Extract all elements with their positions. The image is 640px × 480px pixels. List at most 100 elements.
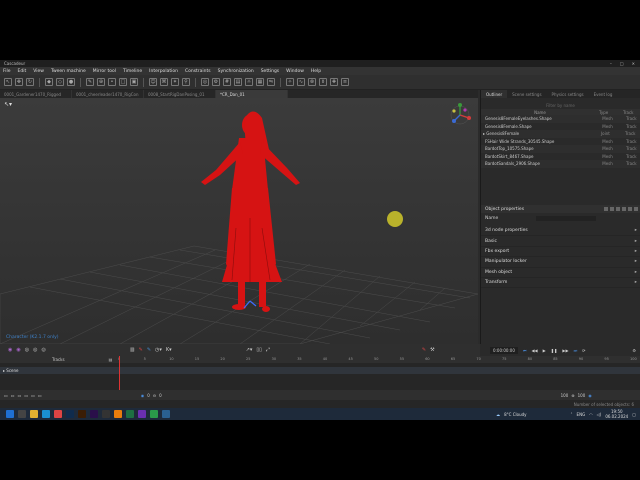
playhead[interactable] bbox=[119, 356, 120, 390]
photoshop-icon[interactable] bbox=[66, 410, 74, 418]
wifi-icon[interactable]: ◠ bbox=[589, 412, 593, 417]
chrome-icon[interactable] bbox=[54, 410, 62, 418]
timeline-ruler[interactable]: 0510152025303540455055606570758085909510… bbox=[118, 356, 640, 363]
trajectory-icon[interactable]: ∿ bbox=[297, 78, 305, 86]
outliner-row[interactable]: BardotSandals_2906.Shape Mesh Track bbox=[481, 160, 640, 168]
move-tool-icon[interactable]: ✥ bbox=[15, 78, 23, 86]
key-filter-icon[interactable]: ◉ bbox=[8, 347, 12, 353]
menu-edit[interactable]: Edit bbox=[18, 69, 27, 74]
tab-outliner[interactable]: Outliner bbox=[481, 90, 508, 98]
name-field[interactable] bbox=[536, 215, 597, 221]
pose-icon[interactable]: ☺ bbox=[149, 78, 157, 86]
range-end-icon[interactable]: ◉ bbox=[588, 393, 592, 398]
range-start-field[interactable]: 0 bbox=[147, 393, 150, 398]
box-icon[interactable]: □ bbox=[119, 78, 127, 86]
outliner-row[interactable]: ▸ Genesis8Female Joint Track bbox=[481, 130, 640, 138]
step-icon[interactable]: ▯▯ bbox=[256, 347, 262, 353]
illustrator-icon[interactable] bbox=[78, 410, 86, 418]
visual-studio-icon[interactable] bbox=[138, 410, 146, 418]
blender-icon[interactable] bbox=[114, 410, 122, 418]
timeline[interactable]: Tracks ▤ 0510152025303540455055606570758… bbox=[0, 356, 640, 390]
prev-key-icon[interactable]: ◀◀ bbox=[531, 348, 537, 353]
clock-icon[interactable]: ◷▾ bbox=[155, 347, 162, 353]
joint-icon[interactable]: ⊕ bbox=[97, 78, 105, 86]
render-icon[interactable]: ▦ bbox=[256, 78, 264, 86]
tab-event-log[interactable]: Event log bbox=[589, 90, 618, 98]
outliner-row[interactable]: BardotTop_10575.Shape Mesh Track bbox=[481, 145, 640, 153]
outliner-filter-input[interactable]: Filter by name bbox=[481, 102, 640, 109]
outliner-row[interactable]: FSHair Wide Strands_30545.Shape Mesh Track bbox=[481, 138, 640, 146]
spreadsheet-icon[interactable] bbox=[150, 410, 158, 418]
key-filter-icon[interactable]: ◉ bbox=[16, 347, 20, 353]
daz-icon[interactable] bbox=[102, 410, 110, 418]
cascadeur-icon[interactable] bbox=[162, 410, 170, 418]
column-name[interactable]: Name bbox=[481, 110, 599, 115]
pause-icon[interactable]: ❚❚ bbox=[551, 348, 558, 353]
menu-file[interactable]: File bbox=[3, 69, 11, 74]
section-transform[interactable]: Transform ▸ bbox=[481, 278, 640, 289]
menu-view[interactable]: View bbox=[33, 69, 44, 74]
copy-icon[interactable] bbox=[604, 207, 608, 211]
zoom-icon[interactable]: ⊖ bbox=[153, 393, 156, 398]
key-icon[interactable]: ▭ bbox=[31, 393, 35, 398]
ik-icon[interactable]: ⚲ bbox=[182, 78, 190, 86]
key-icon[interactable]: ▭ bbox=[38, 393, 42, 398]
tab-scene-settings[interactable]: Scene settings bbox=[507, 90, 546, 98]
menu-tween-machine[interactable]: Tween machine bbox=[51, 69, 86, 74]
column-type[interactable]: Type bbox=[599, 110, 623, 115]
menu-window[interactable]: Window bbox=[286, 69, 304, 74]
rig-icon[interactable]: ⌘ bbox=[160, 78, 168, 86]
section-fbx-export[interactable]: Fbx export ▸ bbox=[481, 247, 640, 258]
character-model[interactable] bbox=[201, 111, 300, 312]
center-mass-icon[interactable]: ⊗ bbox=[308, 78, 316, 86]
settings-icon[interactable]: ⚙ bbox=[212, 78, 220, 86]
track-toggle-icon[interactable]: ▤ bbox=[109, 357, 113, 362]
range-start-icon[interactable]: ◉ bbox=[141, 393, 145, 398]
orientation-gizmo[interactable] bbox=[447, 102, 473, 130]
start-frame-field[interactable]: 0 bbox=[159, 393, 162, 398]
pointer-mode-icon[interactable]: ↖▾ bbox=[4, 101, 12, 108]
tab-physics-settings[interactable]: Physics settings bbox=[547, 90, 589, 98]
maximize-button[interactable]: □ bbox=[620, 61, 624, 66]
premiere-icon[interactable] bbox=[90, 410, 98, 418]
key-filter-icon[interactable]: ◎ bbox=[33, 347, 37, 353]
bezier-icon[interactable]: ✎ bbox=[139, 347, 143, 353]
fulcrum-icon[interactable]: ● bbox=[67, 78, 75, 86]
column-track[interactable]: Track bbox=[623, 110, 637, 115]
filter-icon[interactable] bbox=[622, 207, 626, 211]
excel-icon[interactable] bbox=[126, 410, 134, 418]
interpolation-icon[interactable]: ▥ bbox=[130, 347, 135, 353]
menu-timeline[interactable]: Timeline bbox=[123, 69, 142, 74]
frame-icon[interactable]: ▣ bbox=[130, 78, 138, 86]
outliner-row[interactable]: Genesis8Female.Shape Mesh Track bbox=[481, 123, 640, 131]
section-3d-node-properties[interactable]: 3d node properties ▸ bbox=[481, 226, 640, 237]
outliner-row[interactable]: BardotSkirt_8467.Shape Mesh Track bbox=[481, 153, 640, 161]
rotate-tool-icon[interactable]: ↻ bbox=[26, 78, 34, 86]
windows-icon[interactable] bbox=[6, 410, 14, 418]
grid-icon[interactable]: # bbox=[223, 78, 231, 86]
menu-settings[interactable]: Settings bbox=[261, 69, 279, 74]
key-icon[interactable]: ▭ bbox=[18, 393, 22, 398]
end-frame-field-b[interactable]: 100 bbox=[578, 393, 586, 398]
section-mesh-object[interactable]: Mesh object ▸ bbox=[481, 268, 640, 278]
ghost-icon[interactable]: ✧ bbox=[286, 78, 294, 86]
menu-synchronization[interactable]: Synchronization bbox=[218, 69, 254, 74]
autopose-icon[interactable]: ✶ bbox=[171, 78, 179, 86]
tools-icon[interactable]: ⚒ bbox=[430, 347, 434, 353]
close-button[interactable]: ✕ bbox=[632, 61, 635, 66]
search-icon[interactable] bbox=[18, 410, 26, 418]
language-indicator[interactable]: ENG bbox=[577, 412, 586, 417]
3d-viewport[interactable]: ↖▾ Character (K2.1.7 only) bbox=[0, 98, 478, 344]
loop-icon[interactable]: ⟳ bbox=[582, 348, 585, 353]
minimize-button[interactable]: – bbox=[610, 61, 612, 66]
camera-icon[interactable]: ▤ bbox=[234, 78, 242, 86]
doc-tab[interactable]: 0001_Gardener1470_Rigged bbox=[0, 90, 72, 98]
tray-arrow-icon[interactable]: ˄ bbox=[571, 412, 573, 417]
lock-icon[interactable] bbox=[616, 207, 620, 211]
play-icon[interactable]: ▶ bbox=[543, 348, 546, 353]
interval-icon[interactable]: ◇ bbox=[56, 78, 64, 86]
snap-icon[interactable]: ✚ bbox=[330, 78, 338, 86]
light-icon[interactable]: ☼ bbox=[245, 78, 253, 86]
select-tool-icon[interactable]: ↖ bbox=[4, 78, 12, 86]
weather-text[interactable]: 8°C Cloudy bbox=[504, 412, 526, 417]
